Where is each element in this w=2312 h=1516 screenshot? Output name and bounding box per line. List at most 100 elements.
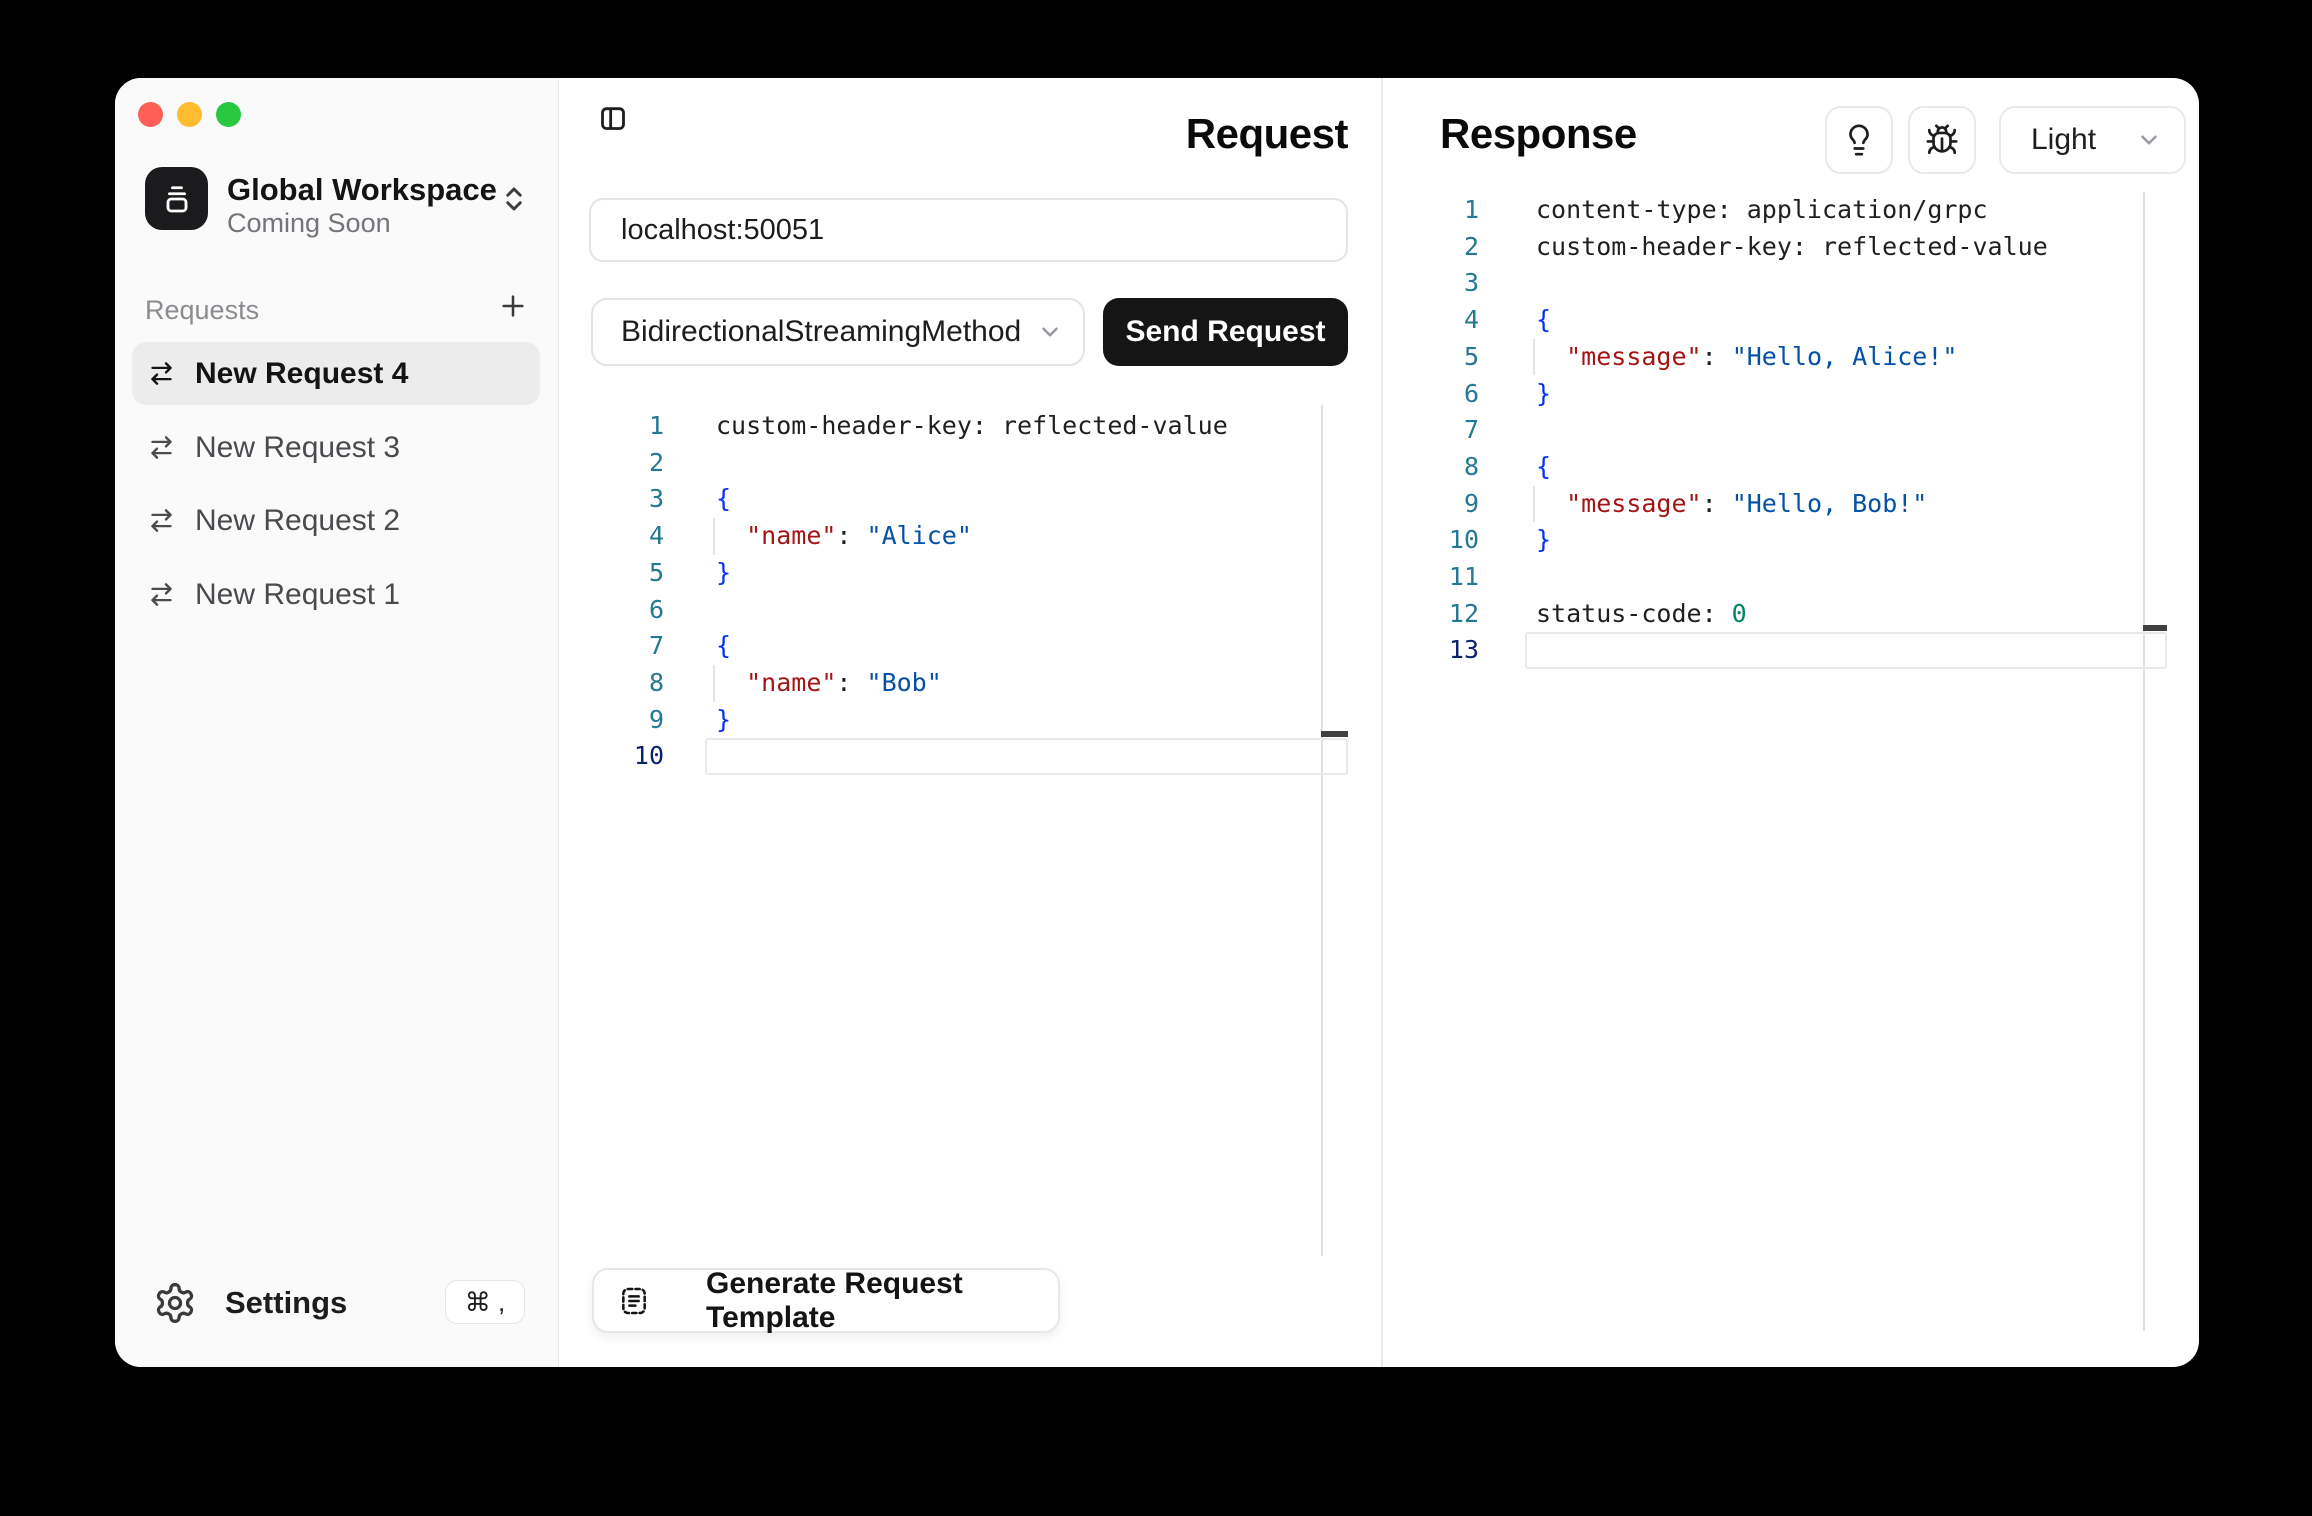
code-line: "message": "Hello, Alice!": [1536, 339, 1957, 376]
code-token: :: [1702, 342, 1732, 371]
arrow-right-left-icon: [148, 360, 175, 387]
toggle-sidebar-button[interactable]: [599, 104, 627, 132]
code-token: }: [1536, 379, 1551, 408]
code-token: 0: [1732, 599, 1747, 628]
line-number: 6: [1399, 376, 1479, 413]
code-line: content-type: application/grpc: [1536, 192, 1988, 229]
line-number: 13: [1399, 632, 1479, 669]
code-token: custom-header-key: reflected-value: [716, 411, 1228, 440]
line-number: 4: [1399, 302, 1479, 339]
line-number: 9: [1399, 486, 1479, 523]
editor-overview-ruler: [1321, 405, 1323, 1256]
line-number: 5: [584, 555, 664, 592]
active-line-highlight: [1525, 632, 2167, 669]
code-token: "name": [746, 668, 836, 697]
code-token: content-type: application/grpc: [1536, 195, 1988, 224]
add-request-button[interactable]: [497, 290, 529, 322]
panel-left-icon: [599, 104, 627, 132]
code-line: }: [1536, 376, 1551, 413]
line-number: 2: [584, 445, 664, 482]
code-token: {: [1536, 305, 1551, 334]
method-dropdown[interactable]: BidirectionalStreamingMethod: [591, 298, 1085, 366]
code-line: custom-header-key: reflected-value: [1536, 229, 2048, 266]
close-window-button[interactable]: [138, 102, 163, 127]
code-line: }: [716, 555, 731, 592]
request-item-label: New Request 4: [195, 357, 408, 391]
code-token: [1536, 489, 1566, 518]
line-number: 7: [584, 628, 664, 665]
theme-dropdown-value: Light: [2031, 123, 2096, 157]
code-line: {: [716, 628, 731, 665]
arrow-right-left-icon: [148, 507, 175, 534]
line-number: 4: [584, 518, 664, 555]
line-number: 3: [1399, 265, 1479, 302]
hints-button[interactable]: [1825, 106, 1893, 174]
line-number: 1: [1399, 192, 1479, 229]
active-line-highlight: [705, 738, 1348, 775]
theme-dropdown[interactable]: Light: [1999, 106, 2186, 174]
requests-section-header: Requests: [145, 295, 259, 326]
gear-icon: [153, 1281, 197, 1325]
sidebar: Global Workspace Coming Soon Requests Ne…: [115, 78, 559, 1367]
code-line: {: [1536, 302, 1551, 339]
code-token: status-code:: [1536, 599, 1732, 628]
server-url-input[interactable]: [589, 198, 1348, 262]
line-number: 8: [1399, 449, 1479, 486]
code-line: {: [716, 481, 731, 518]
chevron-down-icon: [2136, 127, 2162, 153]
code-token: "message": [1566, 342, 1701, 371]
line-number: 7: [1399, 412, 1479, 449]
debug-button[interactable]: [1908, 106, 1976, 174]
generate-request-template-button[interactable]: Generate Request Template: [592, 1268, 1060, 1333]
line-number: 3: [584, 481, 664, 518]
code-token: [716, 668, 746, 697]
workspace-icon: [145, 167, 208, 230]
chevrons-up-down-icon: [499, 184, 529, 214]
code-token: :: [836, 521, 866, 550]
code-token: {: [716, 484, 731, 513]
code-line: "name": "Alice": [716, 518, 972, 555]
code-token: }: [1536, 525, 1551, 554]
indent-guide: [713, 665, 715, 702]
minimize-window-button[interactable]: [177, 102, 202, 127]
line-number: 11: [1399, 559, 1479, 596]
send-request-button[interactable]: Send Request: [1103, 298, 1348, 366]
code-token: "Hello, Bob!": [1732, 489, 1928, 518]
line-number: 10: [1399, 522, 1479, 559]
indent-guide: [1533, 486, 1535, 523]
arrow-right-left-icon: [148, 434, 175, 461]
workspace-name: Global Workspace: [227, 172, 497, 208]
chevron-down-icon: [1037, 319, 1063, 345]
overview-cursor-mark: [1321, 731, 1348, 737]
code-line: }: [1536, 522, 1551, 559]
settings-label: Settings: [225, 1285, 347, 1321]
send-request-label: Send Request: [1125, 315, 1325, 349]
editor-overview-ruler: [2143, 192, 2145, 1331]
code-token: :: [1702, 489, 1732, 518]
code-token: "message": [1566, 489, 1701, 518]
generate-request-template-label: Generate Request Template: [706, 1267, 1058, 1335]
line-number: 10: [584, 738, 664, 775]
sidebar-item-new-request-1[interactable]: New Request 1: [132, 563, 540, 626]
code-token: "name": [746, 521, 836, 550]
request-item-label: New Request 3: [195, 431, 400, 465]
sidebar-item-new-request-4[interactable]: New Request 4: [132, 342, 540, 405]
response-panel-title: Response: [1440, 110, 1637, 158]
app-window: Global Workspace Coming Soon Requests Ne…: [115, 78, 2199, 1367]
line-number: 6: [584, 592, 664, 629]
line-number: 9: [584, 702, 664, 739]
lightbulb-icon: [1842, 123, 1876, 157]
template-icon: [618, 1285, 650, 1317]
arrow-right-left-icon: [148, 581, 175, 608]
zoom-window-button[interactable]: [216, 102, 241, 127]
code-token: "Bob": [867, 668, 942, 697]
line-number: 12: [1399, 596, 1479, 633]
workspace-subtitle: Coming Soon: [227, 208, 391, 239]
line-number: 5: [1399, 339, 1479, 376]
request-panel-title: Request: [1186, 110, 1348, 158]
code-line: }: [716, 702, 731, 739]
code-token: }: [716, 558, 731, 587]
workspace-switcher[interactable]: [499, 184, 529, 214]
sidebar-item-new-request-3[interactable]: New Request 3: [132, 416, 540, 479]
sidebar-item-new-request-2[interactable]: New Request 2: [132, 489, 540, 552]
